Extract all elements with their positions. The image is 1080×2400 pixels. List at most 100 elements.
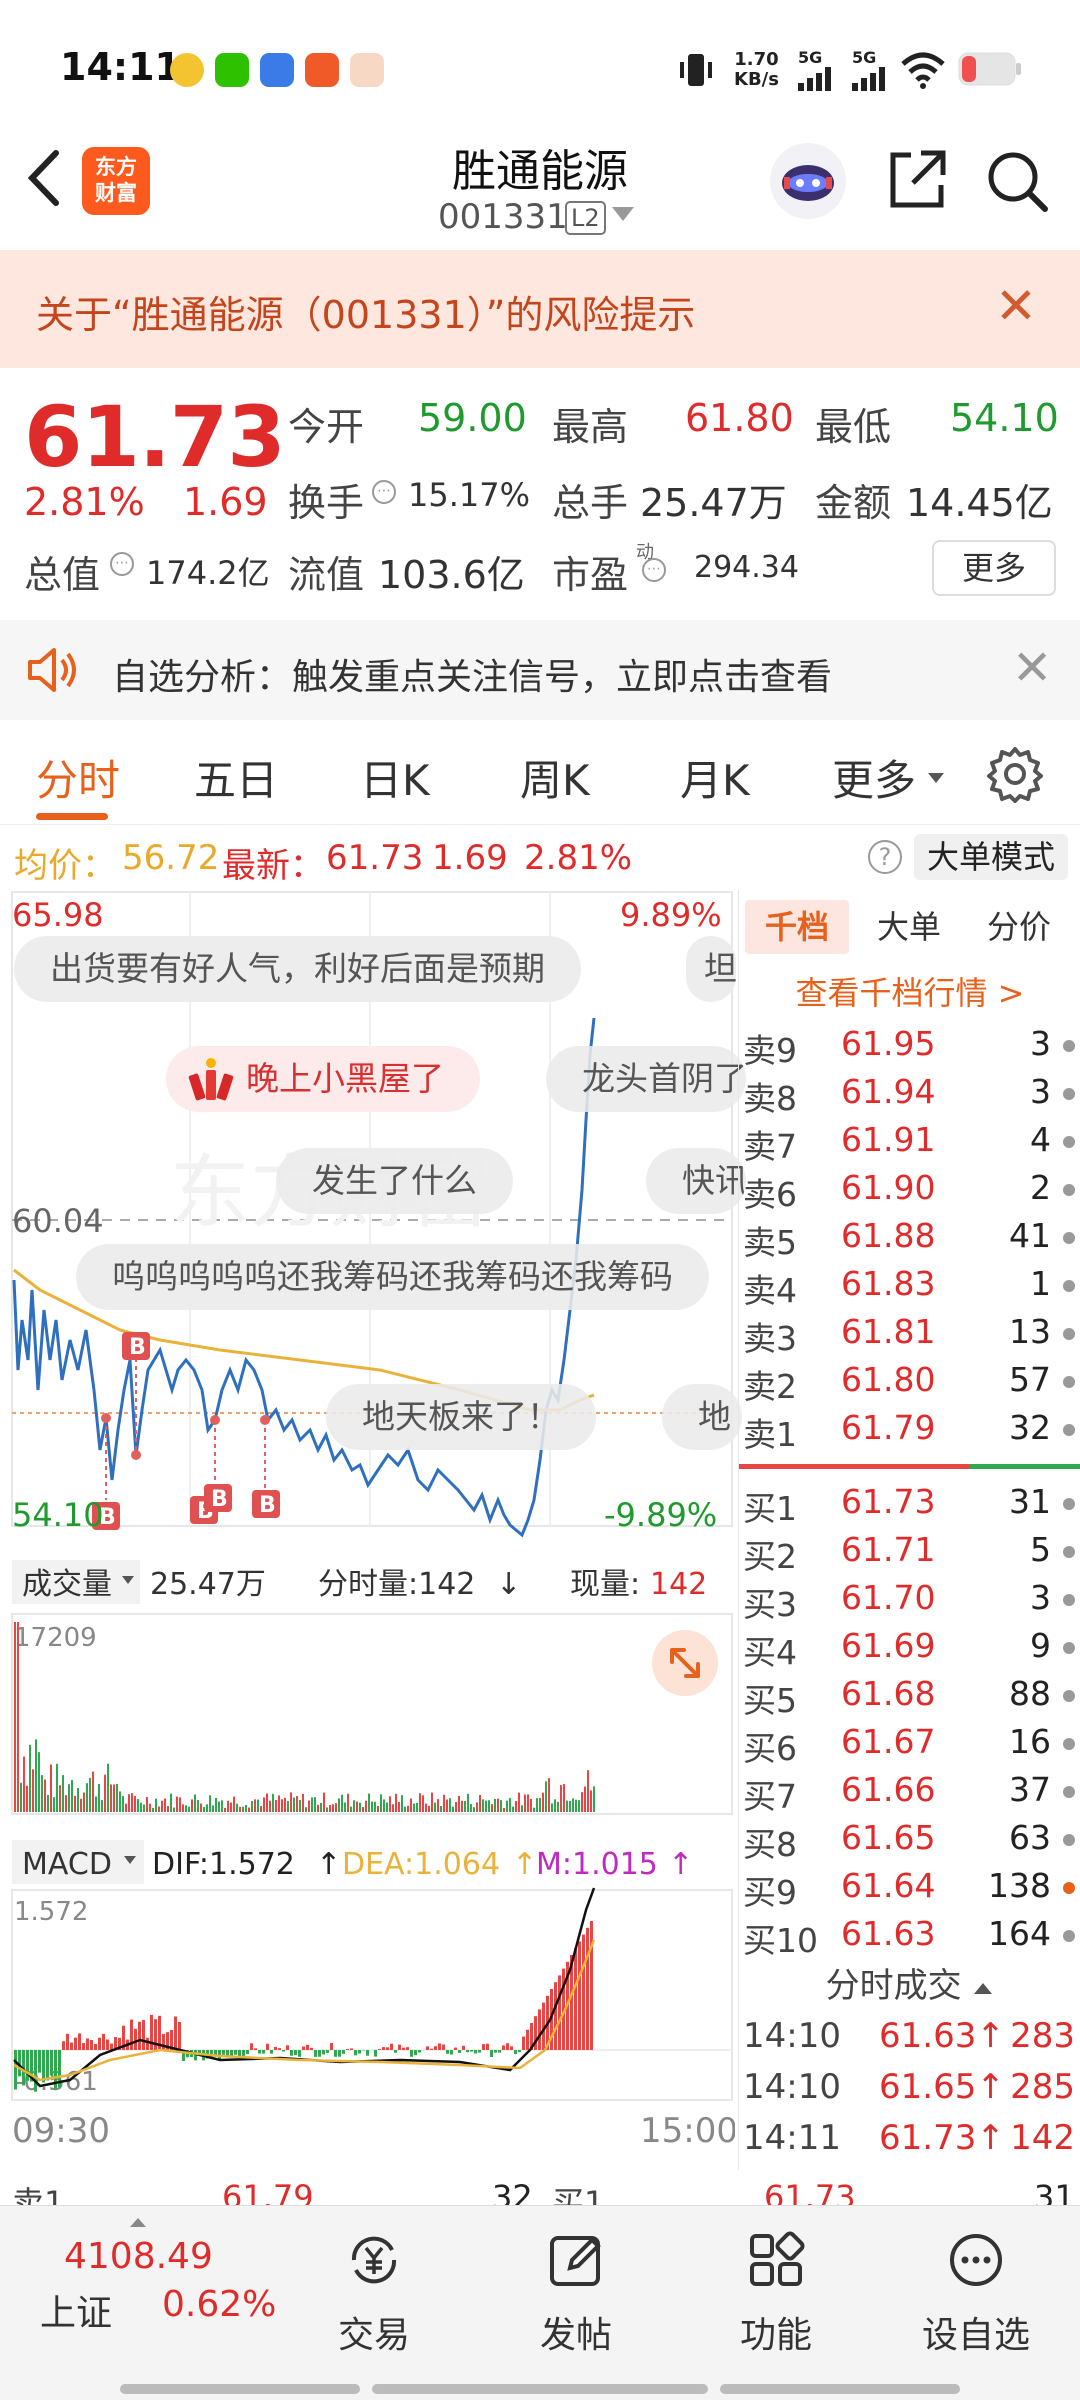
danmu-comment[interactable]: 发生了什么	[276, 1148, 513, 1214]
bid-row[interactable]: 买2 61.71 5	[739, 1530, 1080, 1576]
quote-panel: 61.73 2.81% 1.69 今开 59.00 最高 61.80 最低 54…	[0, 368, 1080, 618]
bid-row[interactable]: 买5 61.68 88	[739, 1674, 1080, 1720]
tab-daily-k[interactable]: 日K	[360, 747, 430, 808]
bid-row[interactable]: 买7 61.66 37	[739, 1770, 1080, 1816]
volume-bar	[107, 1763, 109, 1812]
volume-bar	[494, 1798, 496, 1812]
ask-row[interactable]: 卖9 61.95 3	[739, 1024, 1080, 1070]
bid-row[interactable]: 买8 61.65 63	[739, 1818, 1080, 1864]
bid-row[interactable]: 买9 61.64 138	[739, 1866, 1080, 1912]
bid-row[interactable]: 买6 61.67 16	[739, 1722, 1080, 1768]
nav-functions-label: 功能	[739, 2315, 812, 2356]
danmu-comment[interactable]: 快讯	[646, 1148, 746, 1214]
volume-bar	[335, 1803, 337, 1812]
macd-bar	[98, 2037, 101, 2050]
search-icon[interactable]	[985, 149, 1049, 213]
risk-warning-banner[interactable]: 关于“胜通能源（001331）”的风险提示 ✕	[0, 250, 1080, 368]
volume-bar	[14, 1622, 16, 1812]
nav-functions[interactable]: 功能	[706, 2220, 846, 2356]
view-thousand-levels-link[interactable]: 查看千档行情 >	[739, 968, 1080, 1014]
macd-bar	[398, 2044, 401, 2050]
signal-text[interactable]: 自选分析：触发重点关注信号，立即点击查看	[112, 648, 832, 700]
bid-row[interactable]: 买10 61.63 164	[739, 1914, 1080, 1960]
tick-trades-title[interactable]: 分时成交	[739, 1958, 1080, 2007]
gear-icon[interactable]	[986, 745, 1044, 803]
low-value: 54.10	[950, 396, 1059, 440]
danmu-comment-hot[interactable]: 晚上小黑屋了	[166, 1046, 480, 1112]
tab-five-day[interactable]: 五日	[194, 747, 278, 808]
volume-bar	[137, 1799, 139, 1812]
time-end-label: 15:00	[640, 2111, 735, 2151]
bid-row[interactable]: 买4 61.69 9	[739, 1626, 1080, 1672]
info-icon[interactable]: ⋯	[110, 552, 134, 576]
volume-bar	[314, 1797, 316, 1812]
order-dot	[1063, 1328, 1075, 1340]
big-order-mode-button[interactable]: 大单模式	[914, 834, 1068, 880]
ask-row[interactable]: 卖7 61.91 4	[739, 1120, 1080, 1166]
order-dot	[1063, 1498, 1075, 1510]
ask-row[interactable]: 卖8 61.94 3	[739, 1072, 1080, 1118]
nav-add-watchlist[interactable]: 设自选	[906, 2220, 1046, 2356]
tick-row: 14:11 61.73↑ 142	[743, 2118, 1075, 2158]
intraday-chart[interactable]: 东方财富 B B B B B 65.98 9.89% 60.04 54.10 -…	[0, 890, 746, 2170]
volume-bar	[461, 1800, 463, 1812]
bid-row[interactable]: 买3 61.70 3	[739, 1578, 1080, 1624]
share-icon[interactable]	[885, 149, 947, 211]
ask-row[interactable]: 卖3 61.81 13	[739, 1312, 1080, 1358]
expand-icon[interactable]	[652, 1630, 718, 1696]
risk-warning-text[interactable]: 关于“胜通能源（001331）”的风险提示	[36, 284, 695, 339]
tab-weekly-k[interactable]: 周K	[520, 747, 590, 808]
tab-intraday[interactable]: 分时	[36, 747, 120, 808]
volume-bar	[497, 1798, 499, 1812]
status-time: 14:11	[60, 45, 181, 89]
volume-bar	[530, 1798, 532, 1812]
bottom-pct-label: -9.89%	[604, 1496, 717, 1534]
macd-bar	[70, 2042, 73, 2050]
macd-bar	[74, 2037, 77, 2050]
ask-row[interactable]: 卖2 61.80 57	[739, 1360, 1080, 1406]
tab-more[interactable]: 更多	[832, 747, 916, 808]
open-value: 59.00	[418, 396, 527, 440]
macd-bar	[578, 1941, 581, 2050]
macd-bar	[242, 2050, 245, 2056]
ask-row[interactable]: 卖1 61.79 32	[739, 1408, 1080, 1454]
tab-monthly-k[interactable]: 月K	[680, 747, 750, 808]
index-ticker[interactable]: 4108.49 上证 0.62%	[0, 2206, 300, 2366]
info-icon[interactable]: ⋯	[372, 480, 396, 504]
danmu-comment[interactable]: 呜呜呜呜呜还我筹码还我筹码还我筹码	[76, 1244, 709, 1310]
volume-bar	[377, 1805, 379, 1812]
info-icon[interactable]: ⋯	[642, 558, 666, 582]
watchlist-signal-banner[interactable]: 自选分析：触发重点关注信号，立即点击查看 ✕	[0, 620, 1080, 720]
ask-row[interactable]: 卖4 61.83 1	[739, 1264, 1080, 1310]
close-icon[interactable]: ✕	[995, 278, 1037, 334]
macd-bar	[82, 2043, 85, 2050]
help-icon[interactable]: ?	[868, 840, 902, 874]
volume-bar	[80, 1798, 82, 1812]
nav-post[interactable]: 发帖	[506, 2220, 646, 2356]
close-icon[interactable]: ✕	[1012, 640, 1052, 696]
danmu-comment[interactable]: 龙头首阴了	[546, 1046, 746, 1112]
tab-price-distribution[interactable]: 分价	[967, 900, 1071, 954]
volume-bar	[308, 1800, 310, 1812]
ask-row[interactable]: 卖6 61.90 2	[739, 1168, 1080, 1214]
ask-row[interactable]: 卖5 61.88 41	[739, 1216, 1080, 1262]
nav-trade[interactable]: 交易	[304, 2220, 444, 2356]
macd-bar	[426, 2046, 429, 2050]
tab-big-orders[interactable]: 大单	[857, 900, 961, 954]
chevron-down-icon[interactable]	[612, 207, 634, 221]
volume-bar	[353, 1800, 355, 1812]
more-quote-button[interactable]: 更多	[932, 540, 1056, 596]
danmu-comment[interactable]: 出货要有好人气，利好后面是预期	[14, 936, 581, 1002]
volume-bar	[452, 1806, 454, 1812]
danmu-comment[interactable]: 坦	[686, 936, 736, 1002]
level2-badge[interactable]: L2	[565, 201, 606, 235]
mktcap-value: 174.2亿	[146, 554, 270, 592]
volume-bar	[296, 1795, 298, 1812]
danmu-comment[interactable]: 地	[662, 1384, 742, 1450]
bid-row[interactable]: 买1 61.73 31	[739, 1482, 1080, 1528]
volume-bar	[380, 1794, 382, 1812]
danmu-comment[interactable]: 地天板来了！	[326, 1384, 596, 1450]
ai-assistant-icon[interactable]	[770, 143, 846, 219]
tab-thousand-levels[interactable]: 千档	[745, 900, 849, 954]
time-start-label: 09:30	[12, 2111, 110, 2151]
